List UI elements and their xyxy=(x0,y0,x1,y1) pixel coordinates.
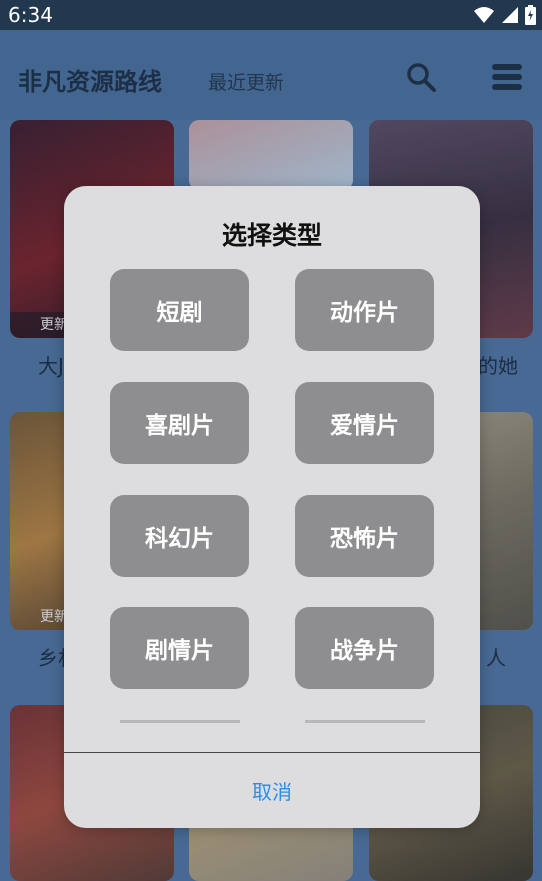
type-button-action[interactable]: 动作片 xyxy=(295,269,434,351)
type-button-horror[interactable]: 恐怖片 xyxy=(295,495,434,577)
status-bar: 6:34 xyxy=(0,0,542,30)
type-button-drama[interactable]: 剧情片 xyxy=(110,607,249,689)
wifi-icon xyxy=(474,7,494,23)
type-button-romance[interactable]: 爱情片 xyxy=(295,382,434,464)
status-time: 6:34 xyxy=(8,3,53,27)
type-button-comedy[interactable]: 喜剧片 xyxy=(110,382,249,464)
battery-icon xyxy=(525,5,536,25)
type-button-war[interactable]: 战争片 xyxy=(295,607,434,689)
dialog-title: 选择类型 xyxy=(221,221,322,250)
signal-icon xyxy=(502,7,518,23)
type-button-partial[interactable] xyxy=(120,720,240,723)
type-button-scifi[interactable]: 科幻片 xyxy=(110,495,249,577)
type-button-short-drama[interactable]: 短剧 xyxy=(110,269,249,351)
type-button-partial[interactable] xyxy=(305,720,425,723)
cancel-button[interactable]: 取消 xyxy=(64,753,480,828)
type-select-dialog: 选择类型 短剧 动作片 喜剧片 爱情片 科幻片 恐怖片 剧情片 战争片 取消 xyxy=(64,186,480,828)
status-icons xyxy=(473,5,536,25)
